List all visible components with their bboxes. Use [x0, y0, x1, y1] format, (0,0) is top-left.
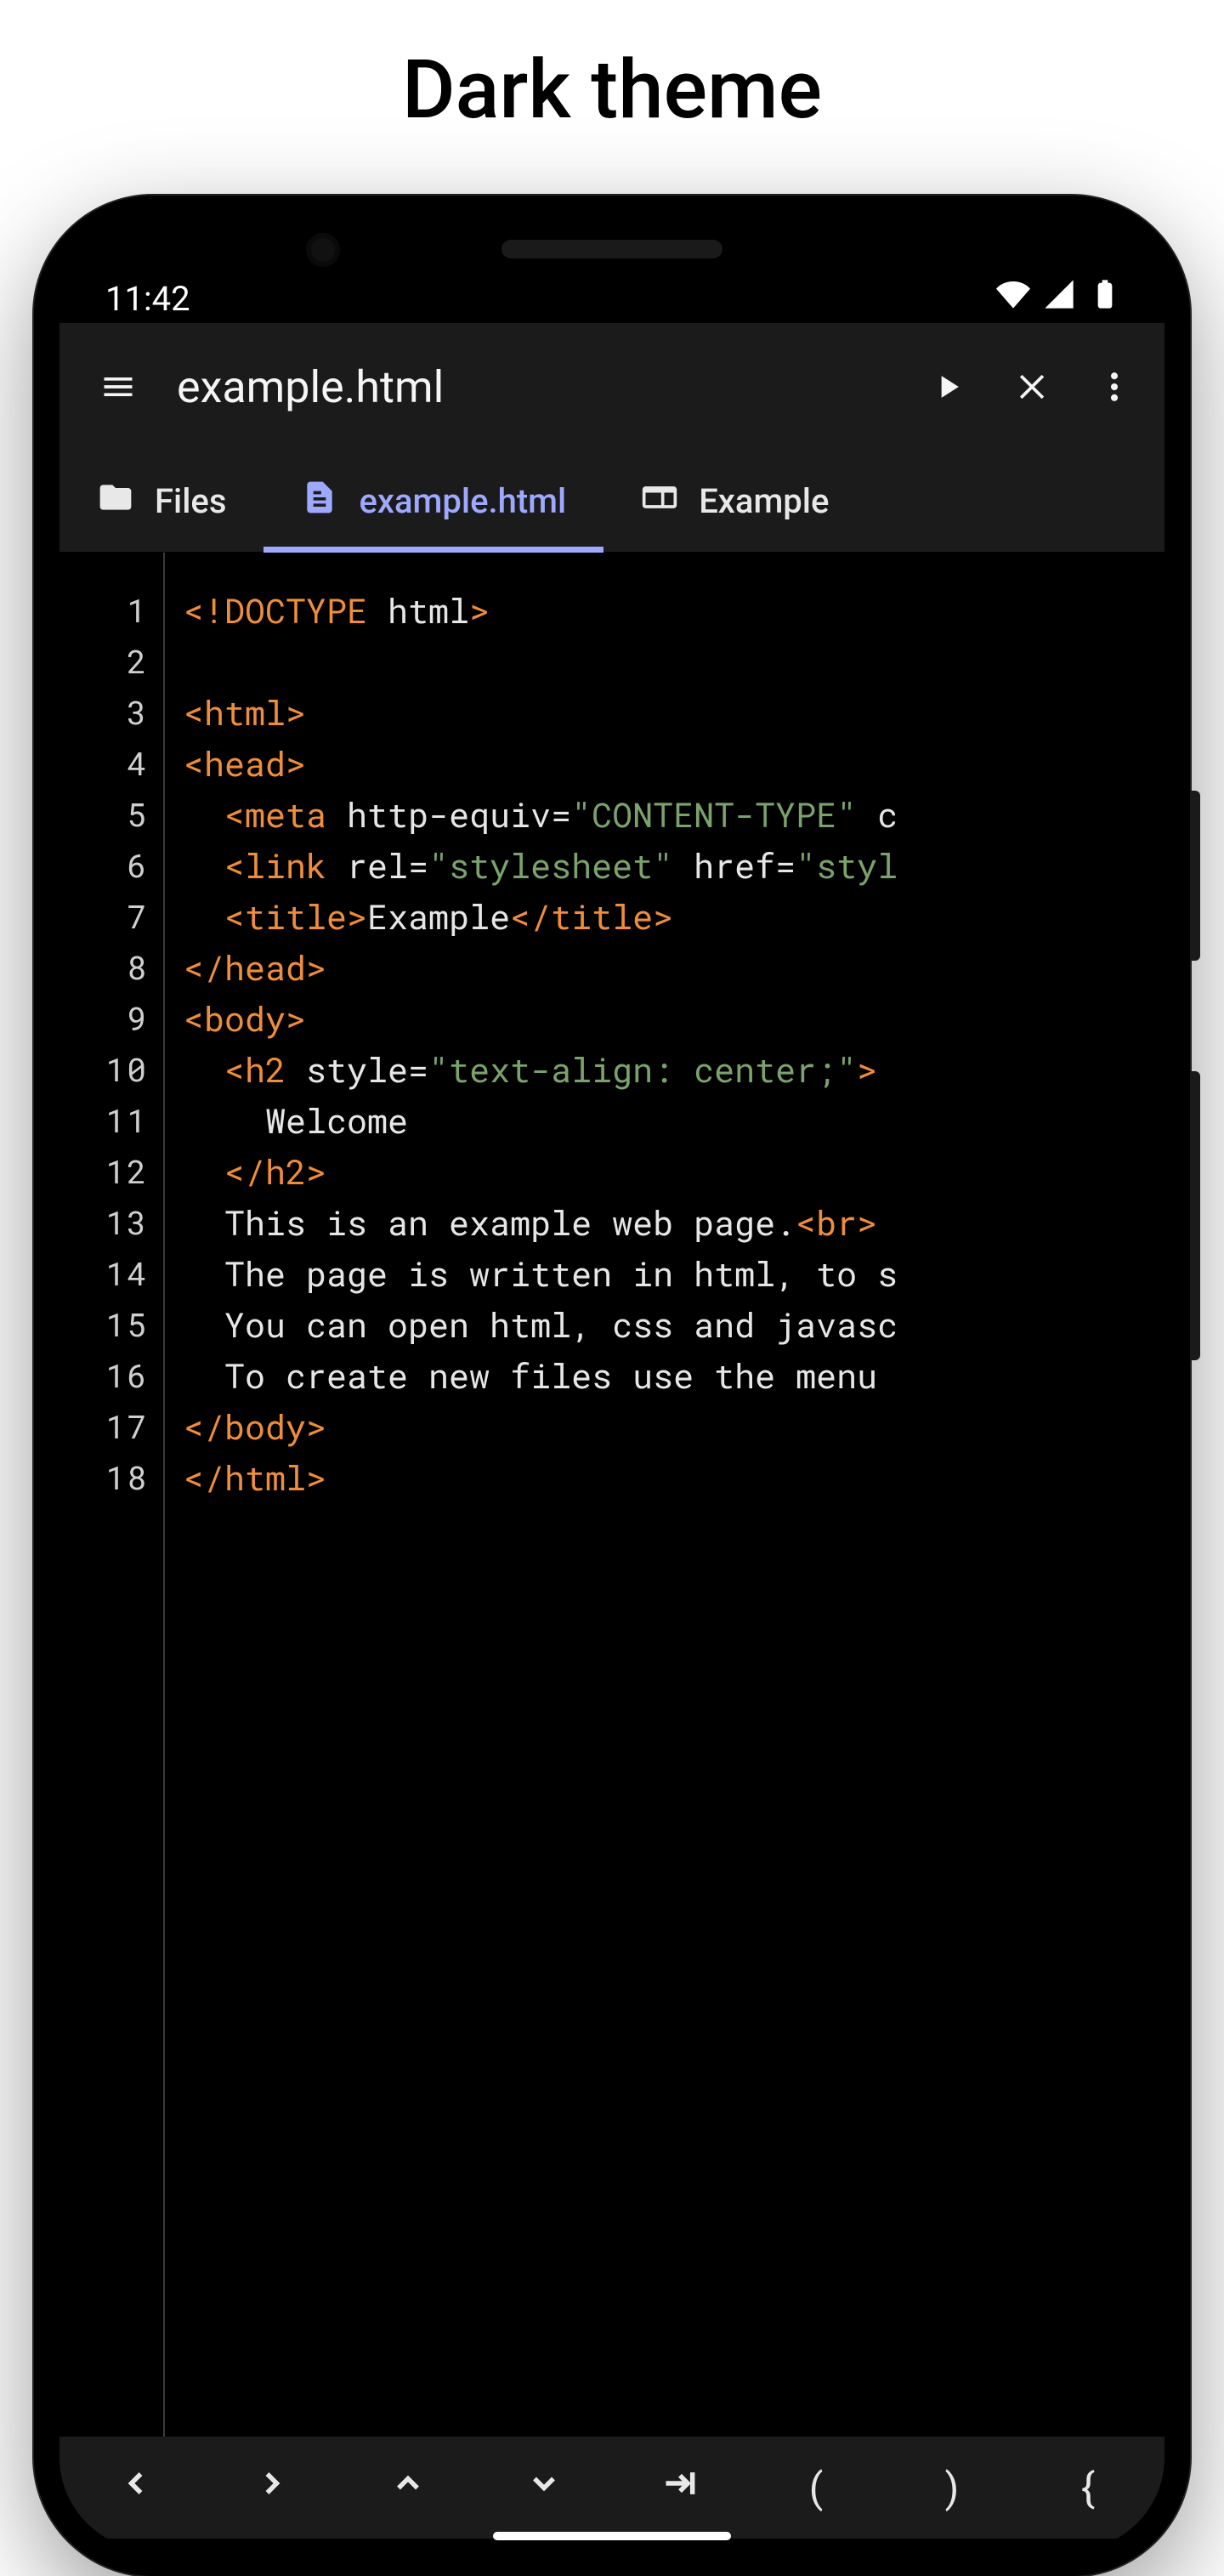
wifi-icon	[996, 277, 1030, 320]
code-area[interactable]: <!DOCTYPE html> <html><head> <meta http-…	[165, 553, 1164, 2437]
code-line[interactable]: <html>	[184, 687, 1164, 738]
tab-bar: Files example.html Example	[60, 451, 1164, 553]
appbar-title: example.html	[177, 361, 889, 413]
tab-label: example.html	[359, 481, 566, 521]
line-number: 4	[60, 738, 148, 789]
home-indicator	[493, 2532, 731, 2540]
device-side-button	[1190, 1071, 1200, 1360]
line-number: 12	[60, 1146, 148, 1197]
code-line[interactable]: </html>	[184, 1452, 1164, 1503]
device-side-button	[1190, 791, 1200, 961]
web-icon	[641, 479, 678, 525]
code-line[interactable]: This is an example web page.<br>	[184, 1197, 1164, 1248]
symbol-key[interactable]	[204, 2464, 340, 2512]
line-number: 9	[60, 993, 148, 1044]
code-line[interactable]: <h2 style="text-align: center;">	[184, 1044, 1164, 1095]
line-number: 10	[60, 1044, 148, 1095]
code-line[interactable]: <head>	[184, 738, 1164, 789]
symbol-key[interactable]: )	[884, 2464, 1020, 2512]
line-number: 15	[60, 1299, 148, 1350]
device-speaker	[502, 240, 722, 258]
line-number: 8	[60, 942, 148, 993]
symbol-key[interactable]	[68, 2464, 204, 2512]
line-number: 5	[60, 789, 148, 840]
tab-files[interactable]: Files	[60, 451, 264, 552]
more-icon[interactable]	[1090, 362, 1139, 411]
code-line[interactable]: You can open html, css and javasc	[184, 1299, 1164, 1350]
line-number: 16	[60, 1350, 148, 1401]
line-number: 1	[60, 585, 148, 636]
line-number: 6	[60, 840, 148, 891]
code-line[interactable]: </body>	[184, 1401, 1164, 1452]
code-line[interactable]: <meta http-equiv="CONTENT-TYPE" c	[184, 789, 1164, 840]
code-line[interactable]: <!DOCTYPE html>	[184, 585, 1164, 636]
code-line[interactable]: <title>Example</title>	[184, 891, 1164, 942]
line-number: 18	[60, 1452, 148, 1503]
line-gutter: 123456789101112131415161718	[60, 553, 165, 2437]
menu-icon[interactable]	[94, 362, 143, 411]
app-bar: example.html	[60, 323, 1164, 451]
close-icon[interactable]	[1006, 362, 1056, 411]
code-line[interactable]: </h2>	[184, 1146, 1164, 1197]
symbol-key[interactable]	[476, 2464, 612, 2512]
line-number: 17	[60, 1401, 148, 1452]
status-time: 11:42	[105, 279, 190, 319]
symbol-key[interactable]: (	[748, 2464, 884, 2512]
line-number: 13	[60, 1197, 148, 1248]
tab-example-html[interactable]: example.html	[264, 451, 604, 552]
symbol-key[interactable]: {	[1020, 2464, 1156, 2512]
code-line[interactable]: Welcome	[184, 1095, 1164, 1146]
line-number: 3	[60, 687, 148, 738]
symbol-key[interactable]	[340, 2464, 476, 2512]
code-line[interactable]: </head>	[184, 942, 1164, 993]
play-icon[interactable]	[923, 362, 972, 411]
code-line[interactable]: <link rel="stylesheet" href="styl	[184, 840, 1164, 891]
line-number: 11	[60, 1095, 148, 1146]
line-number: 2	[60, 636, 148, 687]
page-heading: Dark theme	[0, 0, 1224, 138]
code-line[interactable]: <body>	[184, 993, 1164, 1044]
tab-label: Files	[155, 481, 226, 521]
symbol-toolbar: (){	[60, 2437, 1164, 2539]
document-icon	[301, 479, 338, 525]
folder-icon	[97, 479, 134, 525]
symbol-key[interactable]	[612, 2464, 748, 2512]
tab-example[interactable]: Example	[604, 451, 866, 552]
signal-icon	[1042, 277, 1076, 320]
tab-label: Example	[699, 481, 829, 521]
code-line[interactable]: The page is written in html, to s	[184, 1248, 1164, 1299]
code-line[interactable]	[184, 636, 1164, 687]
device-camera	[306, 233, 340, 267]
battery-icon	[1088, 277, 1122, 320]
line-number: 7	[60, 891, 148, 942]
status-bar: 11:42	[60, 221, 1164, 323]
line-number: 14	[60, 1248, 148, 1299]
device-screen: 11:42 example.html Filesexample.htmlExam	[60, 221, 1164, 2550]
device-frame: 11:42 example.html Filesexample.htmlExam	[34, 196, 1190, 2576]
code-editor[interactable]: 123456789101112131415161718 <!DOCTYPE ht…	[60, 553, 1164, 2437]
code-line[interactable]: To create new files use the menu	[184, 1350, 1164, 1401]
